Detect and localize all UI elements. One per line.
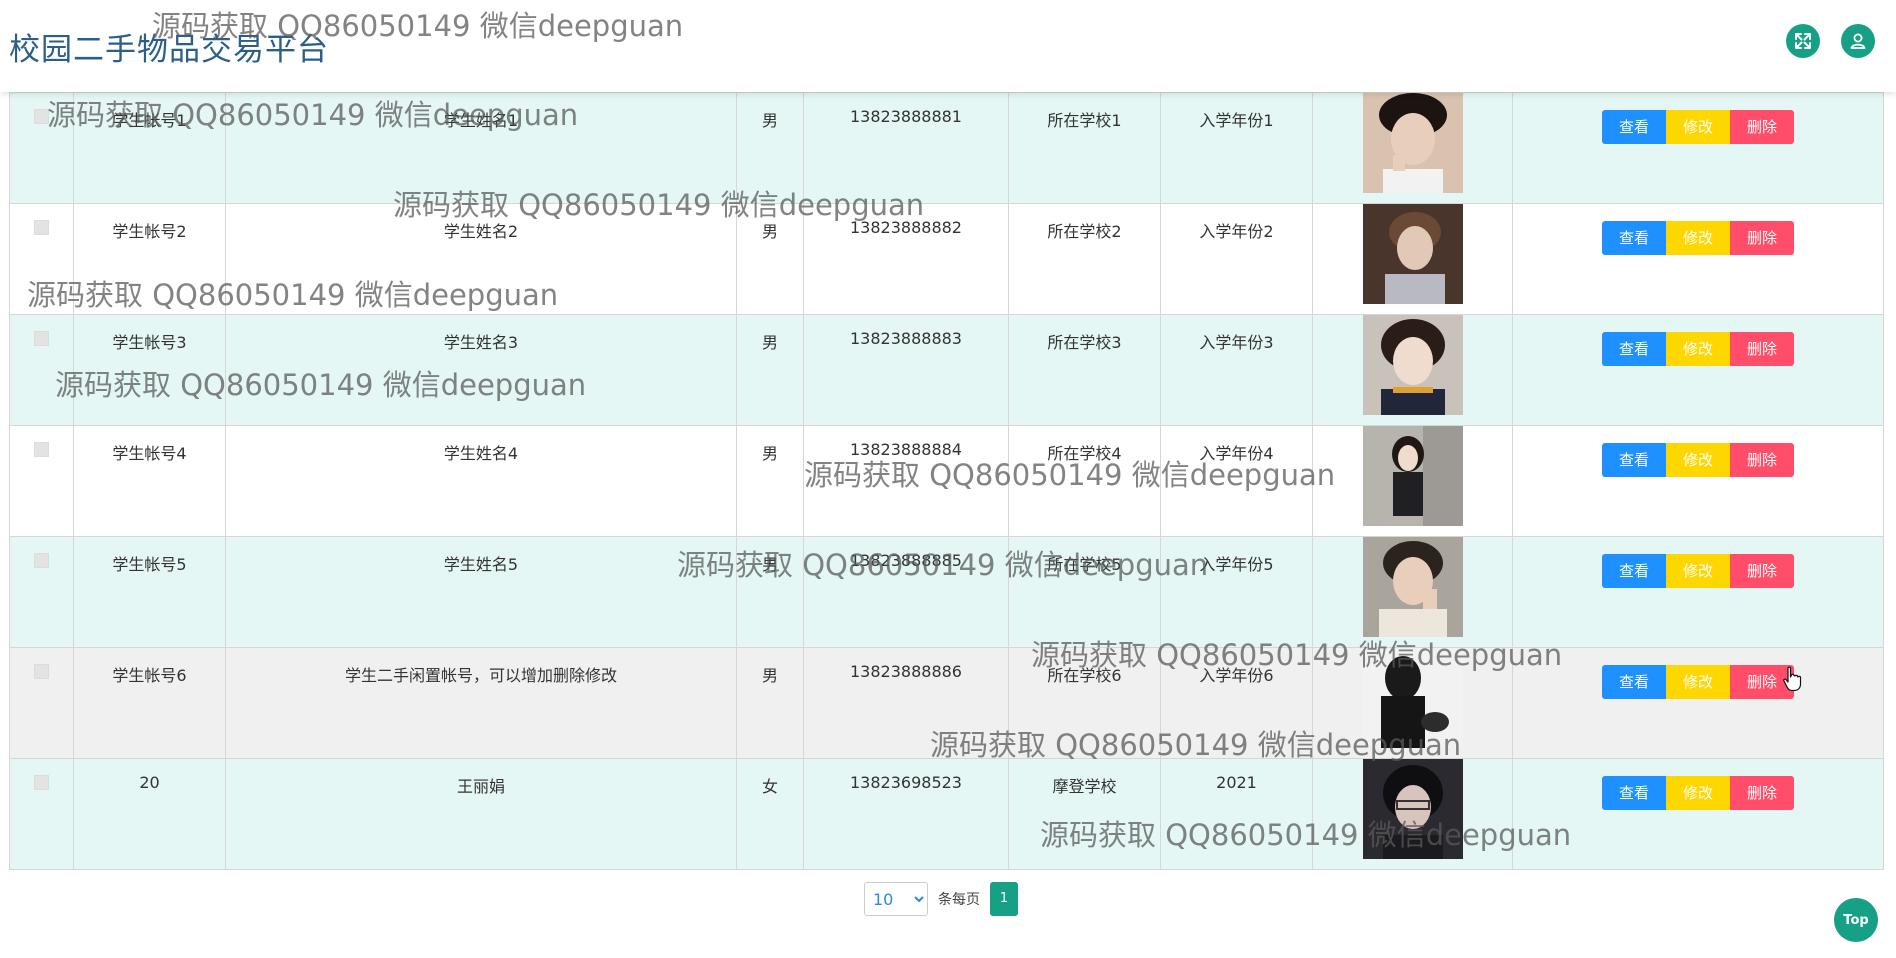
school-cell: 摩登学校 [1008, 757, 1161, 870]
table-row: 学生帐号4 学生姓名4 男 13823888884 所在学校4 入学年份4 查看… [9, 424, 1884, 537]
top-header: 校园二手物品交易平台 [0, 0, 1896, 92]
student-photo [1362, 92, 1463, 193]
name-cell: 学生姓名4 [225, 424, 737, 537]
year-cell: 入学年份2 [1160, 202, 1313, 315]
edit-button[interactable]: 修改 [1666, 442, 1730, 477]
year-cell: 入学年份5 [1160, 535, 1313, 648]
name-cell: 学生姓名2 [225, 202, 737, 315]
delete-button[interactable]: 删除 [1730, 220, 1794, 255]
school-cell: 所在学校5 [1008, 535, 1161, 648]
row-checkbox[interactable] [34, 441, 49, 457]
row-checkbox[interactable] [34, 219, 49, 235]
gender-cell: 男 [736, 313, 804, 426]
phone-cell: 13823888885 [803, 535, 1009, 648]
edit-button[interactable]: 修改 [1666, 331, 1730, 366]
student-table: 学生帐号1 学生姓名1 男 13823888881 所在学校1 入学年份1 查看… [9, 0, 1884, 870]
view-button[interactable]: 查看 [1602, 664, 1666, 699]
year-cell: 入学年份6 [1160, 646, 1313, 759]
table-row: 学生帐号5 学生姓名5 男 13823888885 所在学校5 入学年份5 查看… [9, 535, 1884, 648]
delete-button[interactable]: 删除 [1730, 775, 1794, 810]
table-row: 学生帐号3 学生姓名3 男 13823888883 所在学校3 入学年份3 查看… [9, 313, 1884, 426]
edit-button[interactable]: 修改 [1666, 775, 1730, 810]
pagination: 10 条每页 1 [864, 882, 1018, 916]
page-size-select[interactable]: 10 [864, 882, 928, 916]
row-checkbox[interactable] [34, 552, 49, 568]
name-cell: 学生姓名1 [225, 91, 737, 204]
delete-button[interactable]: 删除 [1730, 442, 1794, 477]
account-cell: 学生帐号6 [73, 646, 226, 759]
phone-cell: 13823888882 [803, 202, 1009, 315]
edit-button[interactable]: 修改 [1666, 109, 1730, 144]
year-cell: 入学年份4 [1160, 424, 1313, 537]
phone-cell: 13823698523 [803, 757, 1009, 870]
page-button-current[interactable]: 1 [990, 882, 1018, 916]
name-cell: 学生姓名5 [225, 535, 737, 648]
phone-cell: 13823888883 [803, 313, 1009, 426]
account-cell: 学生帐号5 [73, 535, 226, 648]
phone-cell: 13823888886 [803, 646, 1009, 759]
table-row: 20 王丽娟 女 13823698523 摩登学校 2021 查看 修改 删除 [9, 757, 1884, 870]
student-photo [1362, 758, 1463, 859]
hand-cursor-icon [1783, 666, 1802, 692]
row-checkbox[interactable] [34, 108, 49, 124]
fullscreen-button[interactable] [1786, 24, 1820, 58]
app-title: 校园二手物品交易平台 [9, 32, 329, 68]
edit-button[interactable]: 修改 [1666, 220, 1730, 255]
view-button[interactable]: 查看 [1602, 775, 1666, 810]
gender-cell: 男 [736, 202, 804, 315]
phone-cell: 13823888881 [803, 91, 1009, 204]
edit-button[interactable]: 修改 [1666, 553, 1730, 588]
user-button[interactable] [1841, 24, 1875, 58]
school-cell: 所在学校4 [1008, 424, 1161, 537]
edit-button[interactable]: 修改 [1666, 664, 1730, 699]
school-cell: 所在学校1 [1008, 91, 1161, 204]
fullscreen-icon [1795, 33, 1811, 49]
name-cell: 学生二手闲置帐号，可以增加删除修改 [225, 646, 737, 759]
name-cell: 王丽娟 [225, 757, 737, 870]
account-cell: 学生帐号3 [73, 313, 226, 426]
row-checkbox[interactable] [34, 663, 49, 679]
view-button[interactable]: 查看 [1602, 109, 1666, 144]
student-photo [1362, 203, 1463, 304]
student-photo [1362, 425, 1463, 526]
year-cell: 入学年份3 [1160, 313, 1313, 426]
row-checkbox[interactable] [34, 774, 49, 790]
gender-cell: 男 [736, 535, 804, 648]
student-photo [1362, 647, 1463, 748]
account-cell: 学生帐号4 [73, 424, 226, 537]
student-photo [1362, 314, 1463, 415]
gender-cell: 男 [736, 646, 804, 759]
gender-cell: 男 [736, 91, 804, 204]
school-cell: 所在学校2 [1008, 202, 1161, 315]
account-cell: 20 [73, 757, 226, 870]
phone-cell: 13823888884 [803, 424, 1009, 537]
school-cell: 所在学校6 [1008, 646, 1161, 759]
view-button[interactable]: 查看 [1602, 553, 1666, 588]
view-button[interactable]: 查看 [1602, 220, 1666, 255]
delete-button[interactable]: 删除 [1730, 331, 1794, 366]
year-cell: 入学年份1 [1160, 91, 1313, 204]
gender-cell: 男 [736, 424, 804, 537]
name-cell: 学生姓名3 [225, 313, 737, 426]
view-button[interactable]: 查看 [1602, 331, 1666, 366]
back-to-top-button[interactable]: Top [1834, 898, 1878, 942]
student-photo [1362, 536, 1463, 637]
row-checkbox[interactable] [34, 330, 49, 346]
delete-button[interactable]: 删除 [1730, 109, 1794, 144]
account-cell: 学生帐号1 [73, 91, 226, 204]
school-cell: 所在学校3 [1008, 313, 1161, 426]
table-row: 学生帐号2 学生姓名2 男 13823888882 所在学校2 入学年份2 查看… [9, 202, 1884, 315]
table-row: 学生帐号1 学生姓名1 男 13823888881 所在学校1 入学年份1 查看… [9, 91, 1884, 204]
delete-button[interactable]: 删除 [1730, 553, 1794, 588]
gender-cell: 女 [736, 757, 804, 870]
year-cell: 2021 [1160, 757, 1313, 870]
per-page-label: 条每页 [938, 892, 980, 908]
user-icon [1850, 33, 1866, 49]
table-row: 学生帐号6 学生二手闲置帐号，可以增加删除修改 男 13823888886 所在… [9, 646, 1884, 759]
view-button[interactable]: 查看 [1602, 442, 1666, 477]
account-cell: 学生帐号2 [73, 202, 226, 315]
